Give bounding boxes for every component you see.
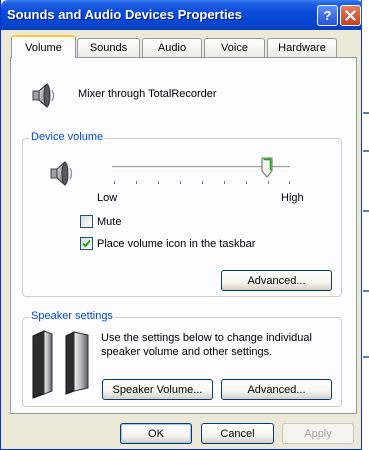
button-label: Cancel [220,427,255,440]
slider-tick [289,181,290,184]
speaker-settings-label: Speaker settings [29,310,115,322]
speaker-description-1: Use the settings below to change individ… [101,332,312,344]
speaker-icon [32,82,55,109]
background-mark [363,150,369,152]
button-label: Apply [304,427,332,440]
taskbar-checkbox[interactable] [80,237,93,250]
background-mark [363,356,369,358]
slider-tick [268,181,269,184]
background-strip [362,0,369,450]
ok-button[interactable]: OK [120,423,192,444]
cancel-button[interactable]: Cancel [201,423,274,444]
slider-tick [158,181,159,184]
slider-tick [136,181,137,184]
speakers-icon [32,330,89,399]
speaker-volume-button[interactable]: Speaker Volume... [102,379,213,400]
device-name: Mixer through TotalRecorder [78,88,217,100]
device-advanced-button[interactable]: Advanced... [221,270,332,291]
slider-tick [202,181,203,184]
background-mark [363,290,369,292]
checkmark-icon [82,239,91,248]
mute-label[interactable]: Mute [97,216,121,228]
slider-tick [246,181,247,184]
speaker-volume-icon [50,160,73,187]
device-volume-label: Device volume [29,131,106,143]
button-label: Advanced... [247,274,306,287]
button-label: Advanced... [247,383,306,396]
taskbar-label[interactable]: Place volume icon in the taskbar [97,238,255,250]
high-label: High [281,192,304,204]
low-label: Low [97,192,118,204]
slider-tick [114,181,115,184]
background-mark [363,112,369,114]
speaker-description-2: speaker volume and other settings. [101,346,273,358]
button-label: Speaker Volume... [112,383,203,396]
button-label: OK [148,427,164,440]
volume-slider-thumb[interactable] [261,157,273,178]
speaker-advanced-button[interactable]: Advanced... [221,379,332,400]
apply-button[interactable]: Apply [282,423,354,444]
slider-tick [180,181,181,184]
mute-checkbox[interactable] [80,215,93,228]
slider-tick [224,181,225,184]
background-mark [363,210,369,212]
